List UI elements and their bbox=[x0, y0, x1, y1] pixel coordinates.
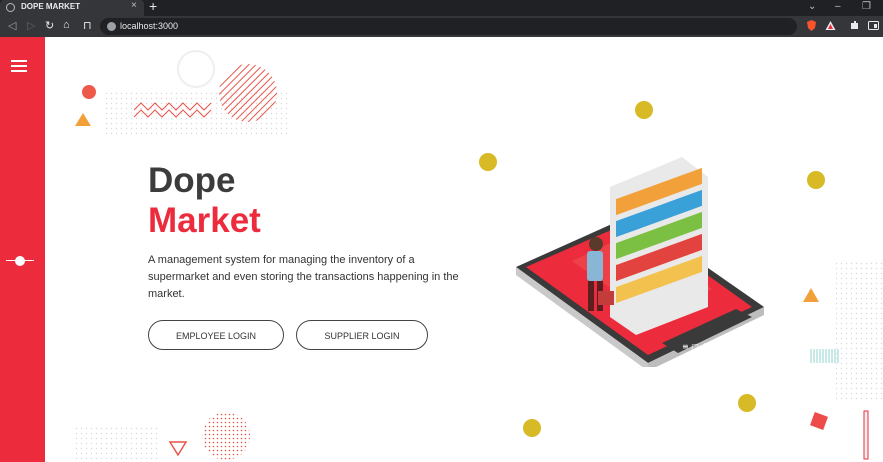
bookmark-icon[interactable]: ⊓ bbox=[83, 19, 92, 32]
outline-triangle bbox=[168, 441, 188, 457]
back-icon[interactable]: ◁ bbox=[8, 19, 16, 32]
address-bar[interactable]: localhost:3000 bbox=[100, 18, 797, 35]
supermarket-phone-illustration: ≡ ▢ ↑ bbox=[516, 157, 764, 367]
striped-circle bbox=[219, 64, 277, 122]
red-square bbox=[810, 412, 828, 430]
menu-icon[interactable] bbox=[11, 60, 27, 72]
home-icon[interactable]: ⌂ bbox=[63, 19, 70, 31]
forward-icon[interactable]: ▷ bbox=[27, 19, 35, 32]
browser-tab[interactable]: DOPE MARKET × bbox=[0, 0, 144, 16]
brave-rewards-icon[interactable] bbox=[824, 19, 837, 32]
close-tab-icon[interactable]: × bbox=[131, 0, 137, 11]
sidebar bbox=[0, 37, 45, 462]
dot-pattern bbox=[836, 262, 883, 402]
page: Dope Market A management system for mana… bbox=[0, 37, 883, 462]
brave-shield-icon[interactable] bbox=[805, 19, 818, 32]
slider-indicator-icon[interactable] bbox=[6, 256, 34, 266]
yellow-dot bbox=[635, 101, 653, 119]
red-dot bbox=[82, 85, 96, 99]
supplier-login-button[interactable]: SUPPLIER LOGIN bbox=[296, 320, 428, 350]
orange-triangle bbox=[803, 288, 819, 302]
tab-search-icon[interactable]: ⌄ bbox=[808, 1, 816, 12]
red-bar bbox=[863, 410, 869, 460]
yellow-dot bbox=[479, 153, 497, 171]
yellow-dot bbox=[807, 171, 825, 189]
hero-title-accent: Market bbox=[148, 201, 261, 240]
outline-circle bbox=[177, 50, 215, 88]
teal-stripes bbox=[809, 349, 839, 363]
sidebar-toggle-icon[interactable] bbox=[867, 19, 880, 32]
minimize-button[interactable]: – bbox=[835, 1, 841, 12]
tab-title: DOPE MARKET bbox=[21, 2, 81, 11]
hero-title: Dope bbox=[148, 161, 236, 200]
extensions-icon[interactable] bbox=[848, 19, 861, 32]
info-icon[interactable] bbox=[107, 22, 116, 31]
browser-toolbar: ◁ ▷ ↻ ⌂ ⊓ localhost:3000 bbox=[0, 16, 883, 37]
svg-text:≡ ▢ ↑: ≡ ▢ ↑ bbox=[682, 342, 708, 351]
yellow-dot bbox=[523, 419, 541, 437]
red-dot-circle bbox=[202, 412, 250, 460]
url-text[interactable]: localhost:3000 bbox=[120, 21, 178, 31]
hero-description: A management system for managing the inv… bbox=[148, 254, 459, 300]
employee-login-button[interactable]: EMPLOYEE LOGIN bbox=[148, 320, 284, 350]
browser-tabbar: DOPE MARKET × + ⌄ – ❐ bbox=[0, 0, 883, 16]
orange-triangle bbox=[75, 113, 91, 126]
dot-pattern bbox=[72, 425, 160, 462]
globe-icon bbox=[6, 3, 15, 12]
reload-icon[interactable]: ↻ bbox=[45, 19, 54, 32]
new-tab-button[interactable]: + bbox=[149, 0, 157, 14]
restore-button[interactable]: ❐ bbox=[862, 1, 871, 12]
yellow-dot bbox=[738, 394, 756, 412]
